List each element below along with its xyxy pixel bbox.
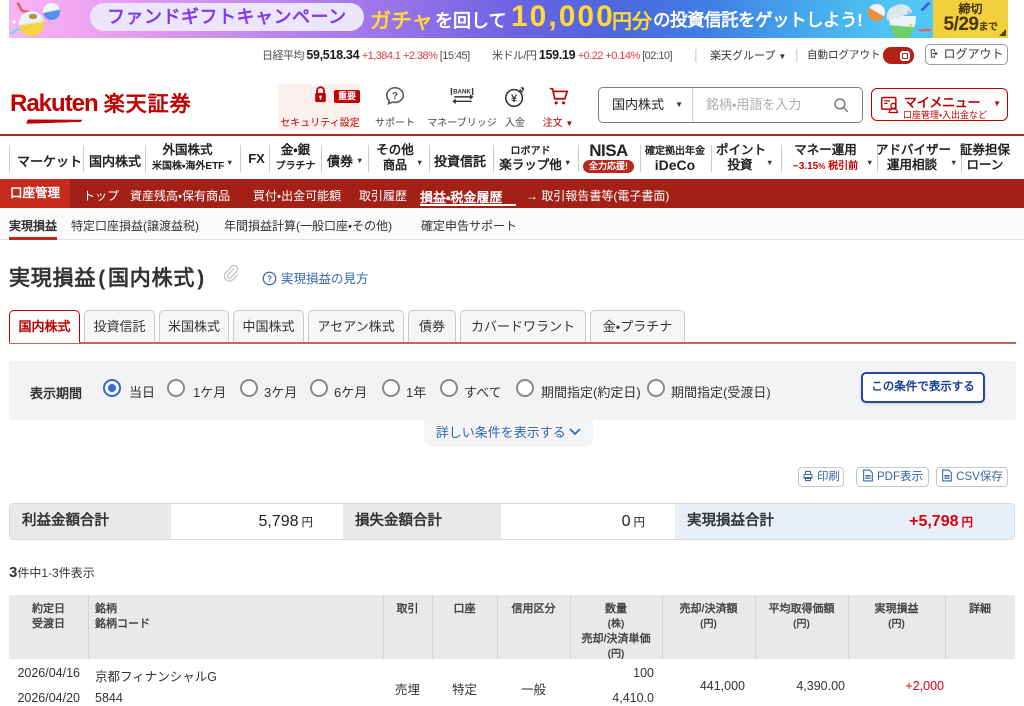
svg-text:BANK: BANK (453, 88, 471, 95)
svg-text:CSV: CSV (944, 475, 950, 479)
svg-text:?: ? (392, 91, 398, 102)
svg-text:¥: ¥ (511, 93, 518, 105)
svg-text:PDF: PDF (865, 475, 871, 479)
svg-text:?: ? (267, 274, 272, 283)
